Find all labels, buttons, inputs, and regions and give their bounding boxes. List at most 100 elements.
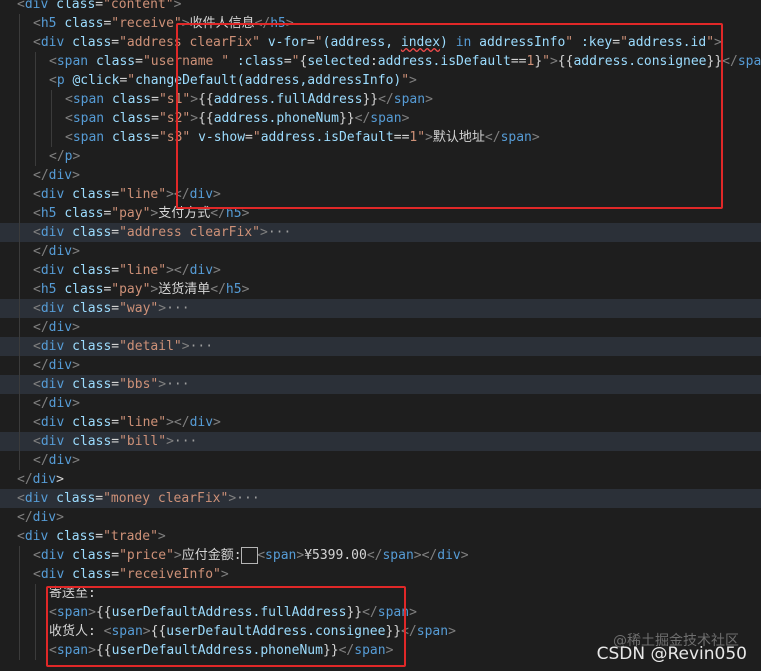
- code-line[interactable]: <p @click="changeDefault(address,address…: [0, 71, 761, 90]
- code-token: 应付金额:: [181, 548, 242, 563]
- code-token: >: [448, 624, 456, 639]
- code-token: userDefaultAddress.fullAddress: [111, 605, 347, 620]
- code-line[interactable]: <h5 class="pay">支付方式</h5>: [0, 204, 761, 223]
- code-token: class: [72, 548, 112, 563]
- code-line[interactable]: <span class="s3" v-show="address.isDefau…: [0, 128, 761, 147]
- code-line[interactable]: <span class="s1">{{address.fullAddress}}…: [0, 90, 761, 109]
- code-line[interactable]: </div>: [0, 356, 761, 375]
- code-editor[interactable]: <div class="content"> <h5 class="receive"…: [0, 0, 761, 671]
- code-line[interactable]: <div class="line"></div>: [0, 413, 761, 432]
- code-line[interactable]: <div class="content">: [0, 0, 761, 14]
- code-line[interactable]: </div>: [0, 508, 761, 527]
- indent-guide: [19, 128, 20, 147]
- code-token: =: [151, 130, 159, 145]
- code-line[interactable]: <h5 class="pay">送货清单</h5>: [0, 280, 761, 299]
- code-token: </: [33, 168, 49, 183]
- code-token: 收货人:: [49, 624, 104, 639]
- code-line[interactable]: </div>: [0, 394, 761, 413]
- code-line[interactable]: </div>: [0, 470, 761, 489]
- code-text: <div class="price">应付金额: <span>¥5399.00<…: [33, 546, 469, 565]
- code-token: >: [409, 605, 417, 620]
- code-token: h5: [40, 206, 57, 221]
- code-token: span: [393, 92, 426, 107]
- code-token: v-for: [267, 35, 307, 50]
- code-text: </div>: [17, 508, 64, 527]
- code-token: <: [65, 92, 73, 107]
- code-line[interactable]: <div class="line"></div>: [0, 261, 761, 280]
- code-token: span: [354, 643, 386, 658]
- code-token: >: [190, 111, 199, 126]
- code-line[interactable]: <div class="trade">: [0, 527, 761, 546]
- indent-guide: [19, 375, 20, 394]
- code-token: >: [72, 168, 80, 183]
- code-line[interactable]: <div class="line"></div>: [0, 185, 761, 204]
- code-line[interactable]: <div class="money clearFix">···: [0, 489, 761, 508]
- code-token: {{: [95, 605, 112, 620]
- code-token: span: [500, 130, 532, 145]
- code-line[interactable]: <span>{{userDefaultAddress.fullAddress}}…: [0, 603, 761, 622]
- code-line[interactable]: <div class="detail">···: [0, 337, 761, 356]
- code-token: div: [40, 567, 65, 582]
- indent-guide: [19, 356, 20, 375]
- code-line[interactable]: </div>: [0, 242, 761, 261]
- code-token: "address clearFix": [119, 225, 260, 240]
- code-token: addressInfo: [471, 35, 566, 50]
- code-line[interactable]: </div>: [0, 166, 761, 185]
- code-line[interactable]: <div class="bill">···: [0, 432, 761, 451]
- code-token: <: [257, 548, 266, 563]
- code-token: "s2": [158, 111, 191, 126]
- indent-guide: [19, 394, 20, 413]
- code-line[interactable]: </div>: [0, 451, 761, 470]
- code-line[interactable]: </div>: [0, 318, 761, 337]
- code-line[interactable]: <div class="address clearFix" v-for="(ad…: [0, 33, 761, 52]
- code-token: ": [542, 54, 550, 69]
- code-text: <span class="username " :class="{selecte…: [49, 52, 761, 71]
- code-text: <p @click="changeDefault(address,address…: [49, 71, 417, 90]
- code-line[interactable]: <span class="s2">{{address.phoneNum}}</s…: [0, 109, 761, 128]
- code-text: <h5 class="pay">送货清单</h5>: [33, 280, 249, 299]
- code-token: </: [210, 206, 226, 221]
- code-token: =: [151, 111, 159, 126]
- code-line[interactable]: <div class="address clearFix">···: [0, 223, 761, 242]
- code-token: =: [111, 415, 120, 430]
- code-token: >: [181, 16, 190, 31]
- code-token: =: [151, 92, 159, 107]
- code-text: <div class="line"></div>: [33, 261, 221, 280]
- code-token: class: [56, 491, 96, 506]
- code-text: <div class="line"></div>: [33, 185, 221, 204]
- code-token: >: [88, 605, 96, 620]
- code-line[interactable]: <h5 class="receive">收件人信息</h5>: [0, 14, 761, 33]
- indent-guide: [19, 261, 20, 280]
- code-token: <: [33, 415, 41, 430]
- code-token: =: [135, 54, 143, 69]
- code-token: v-show: [198, 130, 246, 145]
- code-token: >: [285, 16, 294, 31]
- code-token: span: [377, 605, 410, 620]
- code-line[interactable]: <div class="way">···: [0, 299, 761, 318]
- code-line[interactable]: 寄送至:: [0, 584, 761, 603]
- code-token: class: [111, 92, 152, 107]
- code-token: >: [158, 377, 167, 392]
- code-token: </: [401, 624, 417, 639]
- code-line[interactable]: <div class="receiveInfo">: [0, 565, 761, 584]
- code-token: ): [440, 35, 456, 50]
- code-token: address.phoneNum: [213, 111, 339, 126]
- code-token: >: [213, 187, 221, 202]
- code-token: <: [33, 548, 41, 563]
- code-token: address.fullAddress: [213, 92, 363, 107]
- code-line[interactable]: <span class="username " :class="{selecte…: [0, 52, 761, 71]
- code-token: {{: [198, 111, 214, 126]
- code-line[interactable]: <div class="price">应付金额: <span>¥5399.00<…: [0, 546, 761, 565]
- code-text: <div class="address clearFix" v-for="(ad…: [33, 33, 722, 52]
- code-token: ···: [189, 339, 214, 354]
- code-line[interactable]: <div class="bbs">···: [0, 375, 761, 394]
- code-line[interactable]: </p>: [0, 147, 761, 166]
- code-token: class: [64, 206, 104, 221]
- code-token: }}: [338, 111, 355, 126]
